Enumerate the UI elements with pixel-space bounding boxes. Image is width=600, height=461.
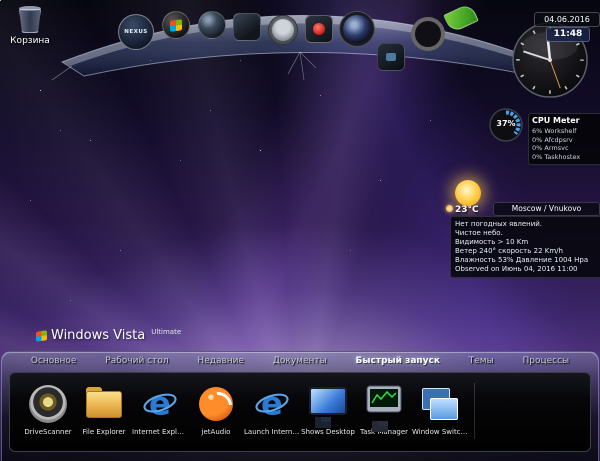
cpu-process: 6% Workshelf (532, 127, 600, 136)
windows-orb-icon[interactable] (162, 11, 190, 39)
tab-themes[interactable]: Темы (469, 356, 494, 366)
weather-location: Moscow / Vnukovo (493, 202, 600, 216)
jetaudio-icon (199, 387, 233, 421)
quick-launch-item-launch-internet[interactable]: e Launch Internet E (244, 383, 300, 436)
tab-desktop[interactable]: Рабочий стол (105, 356, 168, 366)
svg-text:e: e (261, 385, 283, 422)
drivescanner-icon (29, 385, 67, 423)
quick-launch-item-drivescanner[interactable]: DriveScanner (20, 383, 76, 436)
tab-processes[interactable]: Процессы (523, 356, 570, 366)
quick-launch-item-window-switcher[interactable]: Window Switcher (412, 383, 468, 436)
cpu-process: 0% Afcdpsrv (532, 136, 600, 145)
ie-icon: e (132, 383, 188, 425)
watermark-text: Windows Vista (51, 328, 145, 343)
tab-recent[interactable]: Недавние (197, 356, 244, 366)
item-label: Window Switcher (412, 428, 468, 436)
weather-line: Ветер 240° скорость 22 Km/h (455, 247, 597, 256)
weather-line: Влажность 53% Давление 1004 Hpa (455, 256, 597, 265)
bottom-panel: Основное Рабочий стол Недавние Документы… (1, 351, 599, 461)
weather-details: Нет погодных явлений. Чистое небо. Видим… (450, 216, 600, 278)
cpu-process: 0% Taskhostex (532, 153, 600, 162)
watermark-edition: Ultimate (151, 328, 181, 336)
temperature: 23°C (446, 205, 479, 215)
folder-icon (86, 391, 122, 418)
quick-launch-item-file-explorer[interactable]: File Explorer (76, 383, 132, 436)
weather-line: Observed on Июнь 04, 2016 11:00 (455, 265, 597, 274)
tab-quick-launch[interactable]: Быстрый запуск (356, 356, 440, 366)
media-tile-icon[interactable] (233, 13, 261, 41)
item-label: Launch Internet E (244, 428, 300, 436)
dark-tile-icon[interactable] (377, 43, 405, 71)
ie-icon: e (244, 383, 300, 425)
desktop: Корзина NEXUS (0, 0, 600, 461)
cpu-panel: CPU Meter 6% Workshelf 0% Afcdpsrv 0% Ar… (528, 113, 600, 165)
nexus-logo[interactable]: NEXUS (118, 14, 154, 50)
item-label: File Explorer (76, 428, 132, 436)
clock-time: 11:48 (546, 27, 590, 42)
sphere-icon[interactable] (198, 11, 226, 39)
mini-sun-icon (446, 205, 453, 212)
quick-launch-item-jetaudio[interactable]: jetAudio (188, 383, 244, 436)
emblem-icon[interactable] (268, 15, 298, 45)
quick-launch-item-show-desktop[interactable]: Shows Desktop (300, 383, 356, 436)
clock-widget[interactable]: 04.06.2016 11:48 (508, 6, 600, 106)
weather-line: Видимость > 10 Km (455, 238, 597, 247)
quick-launch-item-internet-explorer[interactable]: e Internet Explorer (132, 383, 188, 436)
item-label: Shows Desktop (300, 428, 356, 436)
item-label: Internet Explorer (132, 428, 188, 436)
lens-ring-icon[interactable] (411, 17, 445, 51)
sun-icon (455, 180, 481, 206)
tray-separator (474, 383, 475, 439)
item-label: jetAudio (188, 428, 244, 436)
item-label: DriveScanner (20, 428, 76, 436)
cpu-process: 0% Armsvc (532, 144, 600, 153)
cpu-meter-title: CPU Meter (532, 116, 600, 125)
red-dot-icon[interactable] (305, 15, 333, 43)
tab-main[interactable]: Основное (31, 356, 77, 366)
task-manager-icon (366, 385, 402, 417)
item-label: Task Manager (356, 428, 412, 436)
cpu-percent: 37% (488, 119, 524, 128)
quick-launch-tray: DriveScanner File Explorer e Internet Ex… (9, 372, 591, 452)
panel-tabs: Основное Рабочий стол Недавние Документы… (2, 352, 598, 369)
window-switcher-icon (421, 387, 459, 421)
weather-line: Нет погодных явлений. (455, 220, 597, 229)
weather-line: Чистое небо. (455, 229, 597, 238)
quick-launch-item-task-manager[interactable]: Task Manager (356, 383, 412, 436)
clock-date: 04.06.2016 (534, 12, 600, 27)
windows-flag-icon (36, 330, 47, 342)
monitor-icon (309, 387, 347, 415)
cpu-gauge: 37% (488, 107, 524, 143)
camera-lens-icon[interactable] (340, 12, 374, 46)
svg-text:e: e (149, 385, 171, 422)
vista-watermark: Windows Vista Ultimate (36, 328, 181, 343)
tab-documents[interactable]: Документы (273, 356, 327, 366)
